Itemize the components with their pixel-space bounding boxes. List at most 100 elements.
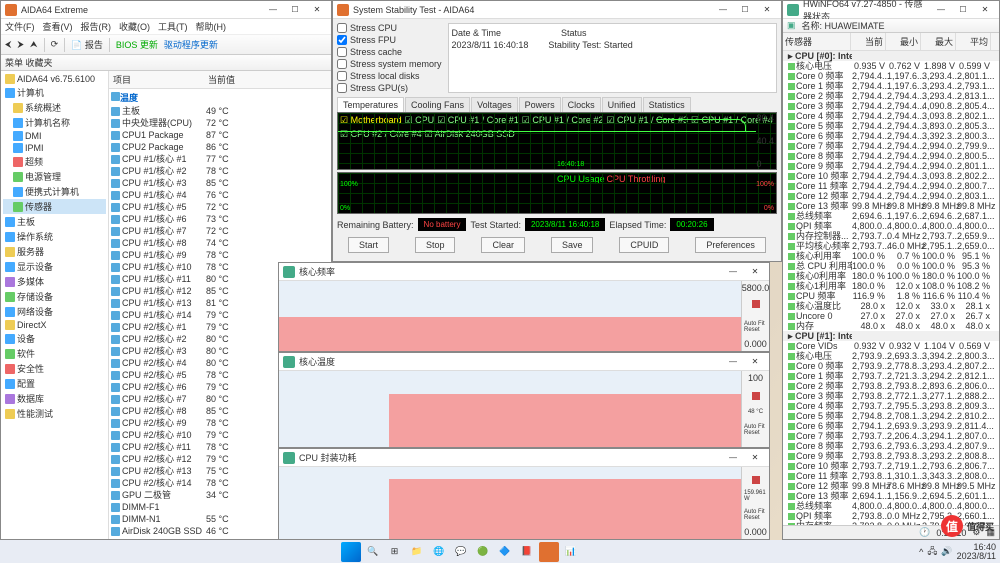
close-button[interactable]: ✕ — [745, 451, 765, 465]
sensor-row[interactable]: CPU2 Package86 °C — [109, 141, 331, 153]
stability-tab[interactable]: Powers — [519, 97, 561, 112]
stress-checkbox[interactable]: Stress GPU(s) — [337, 83, 442, 93]
hw-row[interactable]: QPI 频率4,800.0...4,800.0...4,800.0...4,80… — [783, 221, 999, 231]
hw-row[interactable]: Core 1 频率2,793.7...2,721.3...3,294.2...2… — [783, 371, 999, 381]
hw-row[interactable]: Core VIDs0.932 V0.932 V1.104 V0.569 V — [783, 341, 999, 351]
sensor-row[interactable]: CPU #1/核心 #874 °C — [109, 237, 331, 249]
start-button[interactable] — [341, 542, 361, 562]
minimize-button[interactable]: — — [713, 3, 733, 17]
stability-tab[interactable]: Unified — [602, 97, 642, 112]
graph-titlebar[interactable]: 核心温度—✕ — [279, 353, 769, 371]
stress-checkbox[interactable]: Stress CPU — [337, 23, 442, 33]
sensor-row[interactable]: CPU #1/核心 #385 °C — [109, 177, 331, 189]
menu-item[interactable]: 报告(R) — [81, 20, 112, 33]
minimize-button[interactable]: — — [723, 265, 743, 279]
app-icon[interactable]: 🔷 — [495, 542, 515, 562]
hw-row[interactable]: 内存控制器...2,793.7...0.4 MHz2,793.7...2,659… — [783, 231, 999, 241]
tree-item[interactable]: IPMI — [3, 142, 106, 154]
hw-row[interactable]: 核心0利用率180.0 %100.0 %180.0 %100.0 % — [783, 271, 999, 281]
hw-row[interactable]: Core 2 频率2,794.4...2,794.4...3,293.4...2… — [783, 91, 999, 101]
hw-row[interactable]: Core 5 频率2,794.4...2,794.4...3,893.0...2… — [783, 121, 999, 131]
sensor-row[interactable]: CPU #1/核心 #978 °C — [109, 249, 331, 261]
bios-update-link[interactable]: BIOS 更新 — [116, 38, 158, 51]
close-button[interactable]: ✕ — [745, 265, 765, 279]
hw-row[interactable]: Core 0 频率2,793.9...2,778.8...3,293.4...2… — [783, 361, 999, 371]
tree-root[interactable]: AIDA64 v6.75.6100 — [3, 73, 106, 85]
hw-row[interactable]: Core 0 频率2,794.4...1,197.6...3,293.4...2… — [783, 71, 999, 81]
hw-row[interactable]: Core 8 频率2,794.4...2,794.4...2,994.0...2… — [783, 151, 999, 161]
task-view-icon[interactable]: ⊞ — [385, 542, 405, 562]
hw-row[interactable]: 平均核心频率2,793.7...46.0 MHz2,795.1...2,659.… — [783, 241, 999, 251]
hw-group[interactable]: ▸ CPU [#1]: Intel Xeon E... — [783, 331, 999, 341]
hw-row[interactable]: Uncore 027.0 x27.0 x27.0 x26.7 x — [783, 311, 999, 321]
hw-col-header[interactable]: 最大 — [921, 33, 956, 50]
hw-row[interactable]: Core 12 频率99.8 MHz78.6 MHz99.8 MHz99.5 M… — [783, 481, 999, 491]
hw-row[interactable]: Core 6 频率2,794.4...2,794.4...3,392.3...2… — [783, 131, 999, 141]
sensor-header[interactable]: 项目当前值 — [109, 71, 331, 89]
graph-titlebar[interactable]: CPU 封装功耗—✕ — [279, 449, 769, 467]
hw-row[interactable]: Core 4 频率2,793.7...2,795.5...3,293.8...2… — [783, 401, 999, 411]
hw-row[interactable]: Core 3 频率2,793.8...2,772.1...3,277.1...2… — [783, 391, 999, 401]
start-button[interactable]: Start — [348, 237, 389, 253]
hw-row[interactable]: CPU 频率116.9 %1.8 %116.6 %110.4 % — [783, 291, 999, 301]
tree-item[interactable]: 多媒体 — [3, 274, 106, 289]
tree-item[interactable]: 设备 — [3, 331, 106, 346]
menu-item[interactable]: 文件(F) — [5, 20, 35, 33]
sensor-row[interactable]: CPU #1/核心 #772 °C — [109, 225, 331, 237]
tree-item[interactable]: 超频 — [3, 154, 106, 169]
hw-row[interactable]: Core 6 频率2,794.1...2,693.9...3,293.9...2… — [783, 421, 999, 431]
aida64-tree[interactable]: AIDA64 v6.75.6100 计算机系统概述计算机名称DMIIPMI超频电… — [1, 71, 109, 539]
sensor-row[interactable]: 中央处理器(CPU)72 °C — [109, 117, 331, 129]
hw-row[interactable]: 总线频率2,694.6...1,197.6...2,694.6...2,687.… — [783, 211, 999, 221]
hw-group[interactable]: ▸ CPU [#0]: Intel Xeon E... — [783, 51, 999, 61]
taskbar[interactable]: 🔍 ⊞ 📁 🌐 💬 🟢 🔷 📕 📊 ^ 🖧 🔊 16:402023/8/11 — [0, 540, 1000, 563]
tree-item[interactable]: 软件 — [3, 346, 106, 361]
maximize-button[interactable]: ☐ — [735, 3, 755, 17]
close-button[interactable]: ✕ — [307, 3, 327, 17]
menu-item[interactable]: 查看(V) — [43, 20, 73, 33]
explorer-icon[interactable]: 📁 — [407, 542, 427, 562]
tree-item[interactable]: DMI — [3, 130, 106, 142]
chevron-up-icon[interactable]: ^ — [919, 547, 923, 557]
sensor-row[interactable]: CPU #1/核心 #278 °C — [109, 165, 331, 177]
hw-row[interactable]: Core 10 频率2,794.4...2,794.4...3,093.8...… — [783, 171, 999, 181]
maximize-button[interactable]: ☐ — [953, 3, 973, 17]
hw-row[interactable]: 核心1利用率180.0 %12.0 x108.0 %108.2 % — [783, 281, 999, 291]
tree-item[interactable]: 显示设备 — [3, 259, 106, 274]
volume-icon[interactable]: 🔊 — [941, 546, 952, 557]
hw-col-header[interactable]: 传感器 — [783, 33, 851, 50]
hw-row[interactable]: Core 3 频率2,794.4...2,794.4...4,090.8...2… — [783, 101, 999, 111]
hw-row[interactable]: 核心温度比28.0 x12.0 x33.0 x28.1 x — [783, 301, 999, 311]
system-tray[interactable]: ^ 🖧 🔊 16:402023/8/11 — [919, 543, 996, 561]
stability-tab[interactable]: Cooling Fans — [405, 97, 470, 112]
hw-row[interactable]: Core 7 频率2,794.4...2,794.4...2,994.0...2… — [783, 141, 999, 151]
tree-item[interactable]: 电源管理 — [3, 169, 106, 184]
hw-row[interactable]: 总线频率4,800.0...4,800.0...4,800.0...4,800.… — [783, 501, 999, 511]
hw-row[interactable]: Core 1 频率2,794.4...1,197.6...3,293.4...2… — [783, 81, 999, 91]
app-icon[interactable]: 🟢 — [473, 542, 493, 562]
minimize-button[interactable]: — — [723, 451, 743, 465]
tree-item[interactable]: 计算机 — [3, 85, 106, 100]
maximize-button[interactable]: ☐ — [285, 3, 305, 17]
hw-row[interactable]: Core 7 频率2,793.7...2,206.4...3,294.1...2… — [783, 431, 999, 441]
tree-item[interactable]: 计算机名称 — [3, 115, 106, 130]
hwinfo-titlebar[interactable]: HWiNFO64 v7.27-4850 - 传感器状态 —☐✕ — [783, 1, 999, 19]
tree-item[interactable]: 网络设备 — [3, 304, 106, 319]
clear-button[interactable]: Clear — [481, 237, 525, 253]
hw-row[interactable]: Core 13 频率2,694.1...1,156.9...2,694.5...… — [783, 491, 999, 501]
stop-button[interactable]: Stop — [415, 237, 456, 253]
app-icon[interactable]: 📕 — [517, 542, 537, 562]
forward-icon[interactable]: ⮞ — [17, 39, 24, 50]
minimize-button[interactable]: — — [723, 355, 743, 369]
sensor-row[interactable]: CPU #1/核心 #177 °C — [109, 153, 331, 165]
stress-checkbox[interactable]: Stress local disks — [337, 71, 442, 81]
hw-row[interactable]: 总 CPU 利用率100.0 %0.0 %100.0 %95.3 % — [783, 261, 999, 271]
tree-item[interactable]: 传感器 — [3, 199, 106, 214]
tree-item[interactable]: 服务器 — [3, 244, 106, 259]
stability-tab[interactable]: Clocks — [562, 97, 601, 112]
hw-col-header[interactable]: 当前 — [851, 33, 886, 50]
save-button[interactable]: Save — [551, 237, 594, 253]
refresh-icon[interactable]: ⟳ — [51, 39, 59, 50]
minimize-button[interactable]: — — [931, 3, 951, 17]
back-icon[interactable]: ⮜ — [5, 39, 11, 50]
